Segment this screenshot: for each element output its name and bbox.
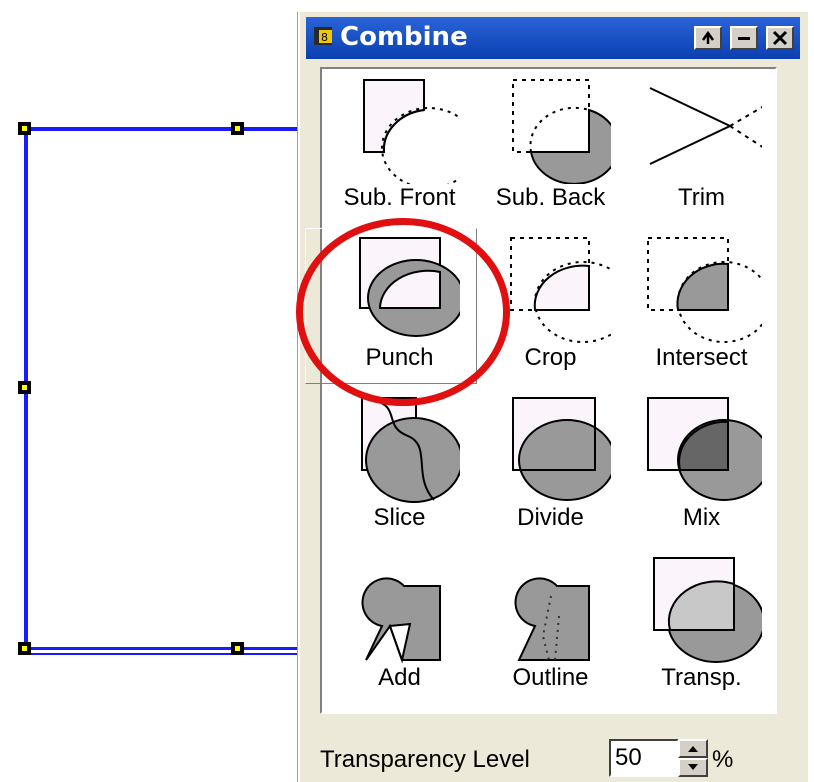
- operation-label: Divide: [517, 504, 584, 531]
- percent-unit-label: %: [712, 746, 734, 773]
- panel-titlebar[interactable]: 8 Combine: [306, 17, 800, 59]
- operation-sub-back[interactable]: Sub. Back: [475, 71, 626, 231]
- selection-handle-middle-left[interactable]: [18, 381, 31, 394]
- selection-bottom-edge-2: [27, 653, 298, 655]
- selection-handle-bottom-middle[interactable]: [231, 642, 244, 655]
- slice-icon: [361, 397, 460, 503]
- selection-top-edge: [27, 127, 298, 131]
- svg-text:8: 8: [321, 31, 328, 44]
- crop-icon: [510, 237, 611, 343]
- operation-mix[interactable]: Mix: [626, 391, 777, 551]
- selection-bottom-edge: [27, 647, 298, 650]
- operation-outline[interactable]: Outline: [475, 551, 626, 711]
- minimize-button[interactable]: [730, 26, 758, 50]
- operation-add[interactable]: Add: [324, 551, 475, 711]
- sub-front-icon: [363, 79, 460, 184]
- panel-title: Combine: [340, 22, 468, 52]
- transparency-level-input[interactable]: 50: [609, 739, 679, 777]
- transp-icon: [653, 557, 762, 663]
- pin-button[interactable]: [694, 26, 722, 50]
- canvas[interactable]: [0, 0, 298, 782]
- arrow-up-icon: [688, 746, 698, 752]
- close-icon: [772, 30, 788, 46]
- operation-intersect[interactable]: Intersect: [626, 231, 777, 391]
- outline-icon: [514, 577, 590, 661]
- add-icon: [361, 577, 441, 664]
- operation-label: Slice: [373, 504, 426, 531]
- operation-label: Sub. Back: [495, 184, 606, 211]
- close-button[interactable]: [766, 26, 794, 50]
- selection-handle-bottom-left[interactable]: [18, 642, 31, 655]
- pin-icon: [701, 30, 715, 44]
- selection-handle-top-middle[interactable]: [231, 122, 244, 135]
- spin-down-button[interactable]: [678, 758, 708, 777]
- operation-divide[interactable]: Divide: [475, 391, 626, 551]
- intersect-icon: [647, 237, 762, 343]
- operation-label: Outline: [512, 664, 589, 691]
- operation-label: Trim: [677, 184, 726, 211]
- transparency-level-label: Transparency Level: [320, 746, 530, 773]
- operation-label: Add: [378, 664, 421, 691]
- operation-sub-front[interactable]: Sub. Front: [324, 71, 475, 231]
- combine-app-icon: 8: [314, 27, 332, 45]
- operation-trim[interactable]: Trim: [626, 71, 777, 231]
- minimize-icon: [738, 37, 750, 40]
- spin-up-button[interactable]: [678, 739, 708, 758]
- operation-transp[interactable]: Transp.: [626, 551, 777, 711]
- operation-label: Sub. Front: [343, 184, 456, 211]
- operation-label: Transp.: [661, 664, 742, 691]
- transparency-spinner: [678, 739, 708, 777]
- divide-icon: [512, 397, 611, 501]
- operation-slice[interactable]: Slice: [324, 391, 475, 551]
- mix-icon: [647, 397, 762, 501]
- operation-label: Mix: [682, 504, 721, 531]
- trim-icon: [649, 87, 762, 165]
- sub-back-icon: [512, 79, 611, 184]
- operation-label: Intersect: [655, 344, 748, 371]
- punch-highlight-circle: [296, 218, 510, 406]
- selection-handle-top-left[interactable]: [18, 122, 31, 135]
- arrow-down-icon: [688, 764, 698, 770]
